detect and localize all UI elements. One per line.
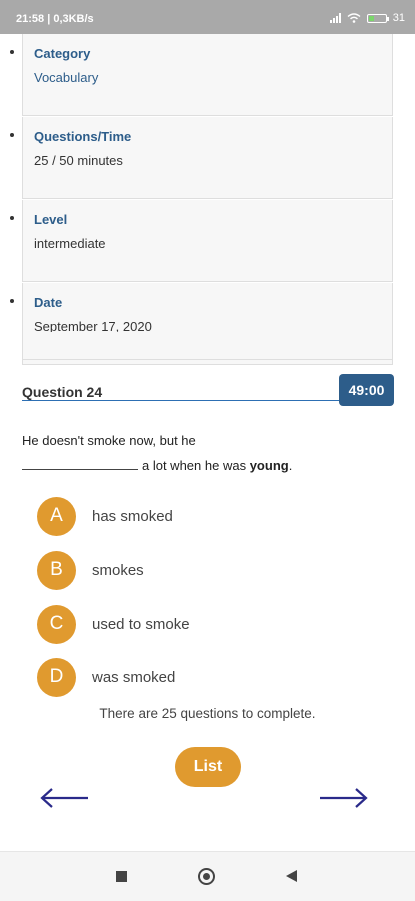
info-box: Questions/Time 25 / 50 minutes bbox=[22, 117, 393, 199]
remaining-questions-text: There are 25 questions to complete. bbox=[99, 706, 316, 721]
info-label: Level bbox=[34, 212, 68, 227]
question-title: Question 24 bbox=[22, 384, 103, 400]
question-text: He doesn't smoke now, but he a lot when … bbox=[22, 428, 394, 478]
home-icon[interactable] bbox=[198, 868, 215, 885]
status-time: 21:58 | 0,3KB/s bbox=[16, 13, 94, 25]
info-item-level: Level intermediate bbox=[0, 200, 415, 283]
answer-text: smokes bbox=[92, 561, 144, 579]
battery-level: 31 bbox=[392, 12, 405, 24]
info-box-footer bbox=[22, 332, 393, 360]
category-link[interactable]: Vocabulary bbox=[34, 70, 98, 85]
status-icons: 31 bbox=[329, 12, 405, 24]
answer-option-d[interactable]: D was smoked bbox=[37, 657, 337, 697]
info-label: Questions/Time bbox=[34, 129, 132, 144]
question-end: . bbox=[288, 458, 293, 473]
previous-arrow-icon[interactable] bbox=[38, 786, 90, 810]
signal-icon bbox=[329, 13, 341, 23]
answer-text: used to smoke bbox=[92, 615, 190, 633]
answer-letter-badge: C bbox=[37, 604, 76, 644]
question-header: Question 24 49:00 bbox=[22, 372, 394, 406]
divider bbox=[22, 400, 342, 401]
answer-option-a[interactable]: A has smoked bbox=[37, 496, 337, 536]
answer-text: has smoked bbox=[92, 507, 173, 525]
info-box: Category Vocabulary bbox=[22, 34, 393, 116]
system-nav-bar bbox=[0, 851, 415, 901]
next-arrow-icon[interactable] bbox=[318, 786, 370, 810]
answer-option-b[interactable]: B smokes bbox=[37, 550, 337, 590]
wifi-icon bbox=[347, 13, 361, 23]
bullet-icon bbox=[10, 133, 14, 137]
quiz-info-list: Category Vocabulary Questions/Time 25 / … bbox=[0, 34, 415, 366]
answer-letter-badge: B bbox=[37, 550, 76, 590]
answer-letter-badge: D bbox=[37, 657, 76, 697]
timer-badge: 49:00 bbox=[339, 374, 394, 406]
question-line-2: a lot when he was bbox=[142, 458, 247, 473]
question-line-1: He doesn't smoke now, but he bbox=[22, 433, 196, 448]
info-item-category: Category Vocabulary bbox=[0, 34, 415, 117]
answer-letter-badge: A bbox=[37, 496, 76, 536]
info-box: Level intermediate bbox=[22, 200, 393, 282]
bullet-icon bbox=[10, 50, 14, 54]
bullet-icon bbox=[10, 299, 14, 303]
back-icon[interactable] bbox=[286, 870, 297, 882]
info-item-questions-time: Questions/Time 25 / 50 minutes bbox=[0, 117, 415, 200]
info-value: intermediate bbox=[34, 236, 106, 251]
bullet-icon bbox=[10, 216, 14, 220]
status-bar: 21:58 | 0,3KB/s 31 bbox=[0, 0, 415, 34]
battery-icon bbox=[366, 13, 389, 23]
answer-blank bbox=[22, 457, 138, 470]
recents-icon[interactable] bbox=[116, 871, 127, 882]
list-button[interactable]: List bbox=[175, 747, 241, 787]
info-label: Category bbox=[34, 46, 91, 61]
info-value: 25 / 50 minutes bbox=[34, 153, 123, 168]
answer-option-c[interactable]: C used to smoke bbox=[37, 604, 337, 644]
answer-text: was smoked bbox=[92, 668, 176, 686]
info-label: Date bbox=[34, 295, 63, 310]
question-emphasis: young bbox=[249, 458, 289, 473]
